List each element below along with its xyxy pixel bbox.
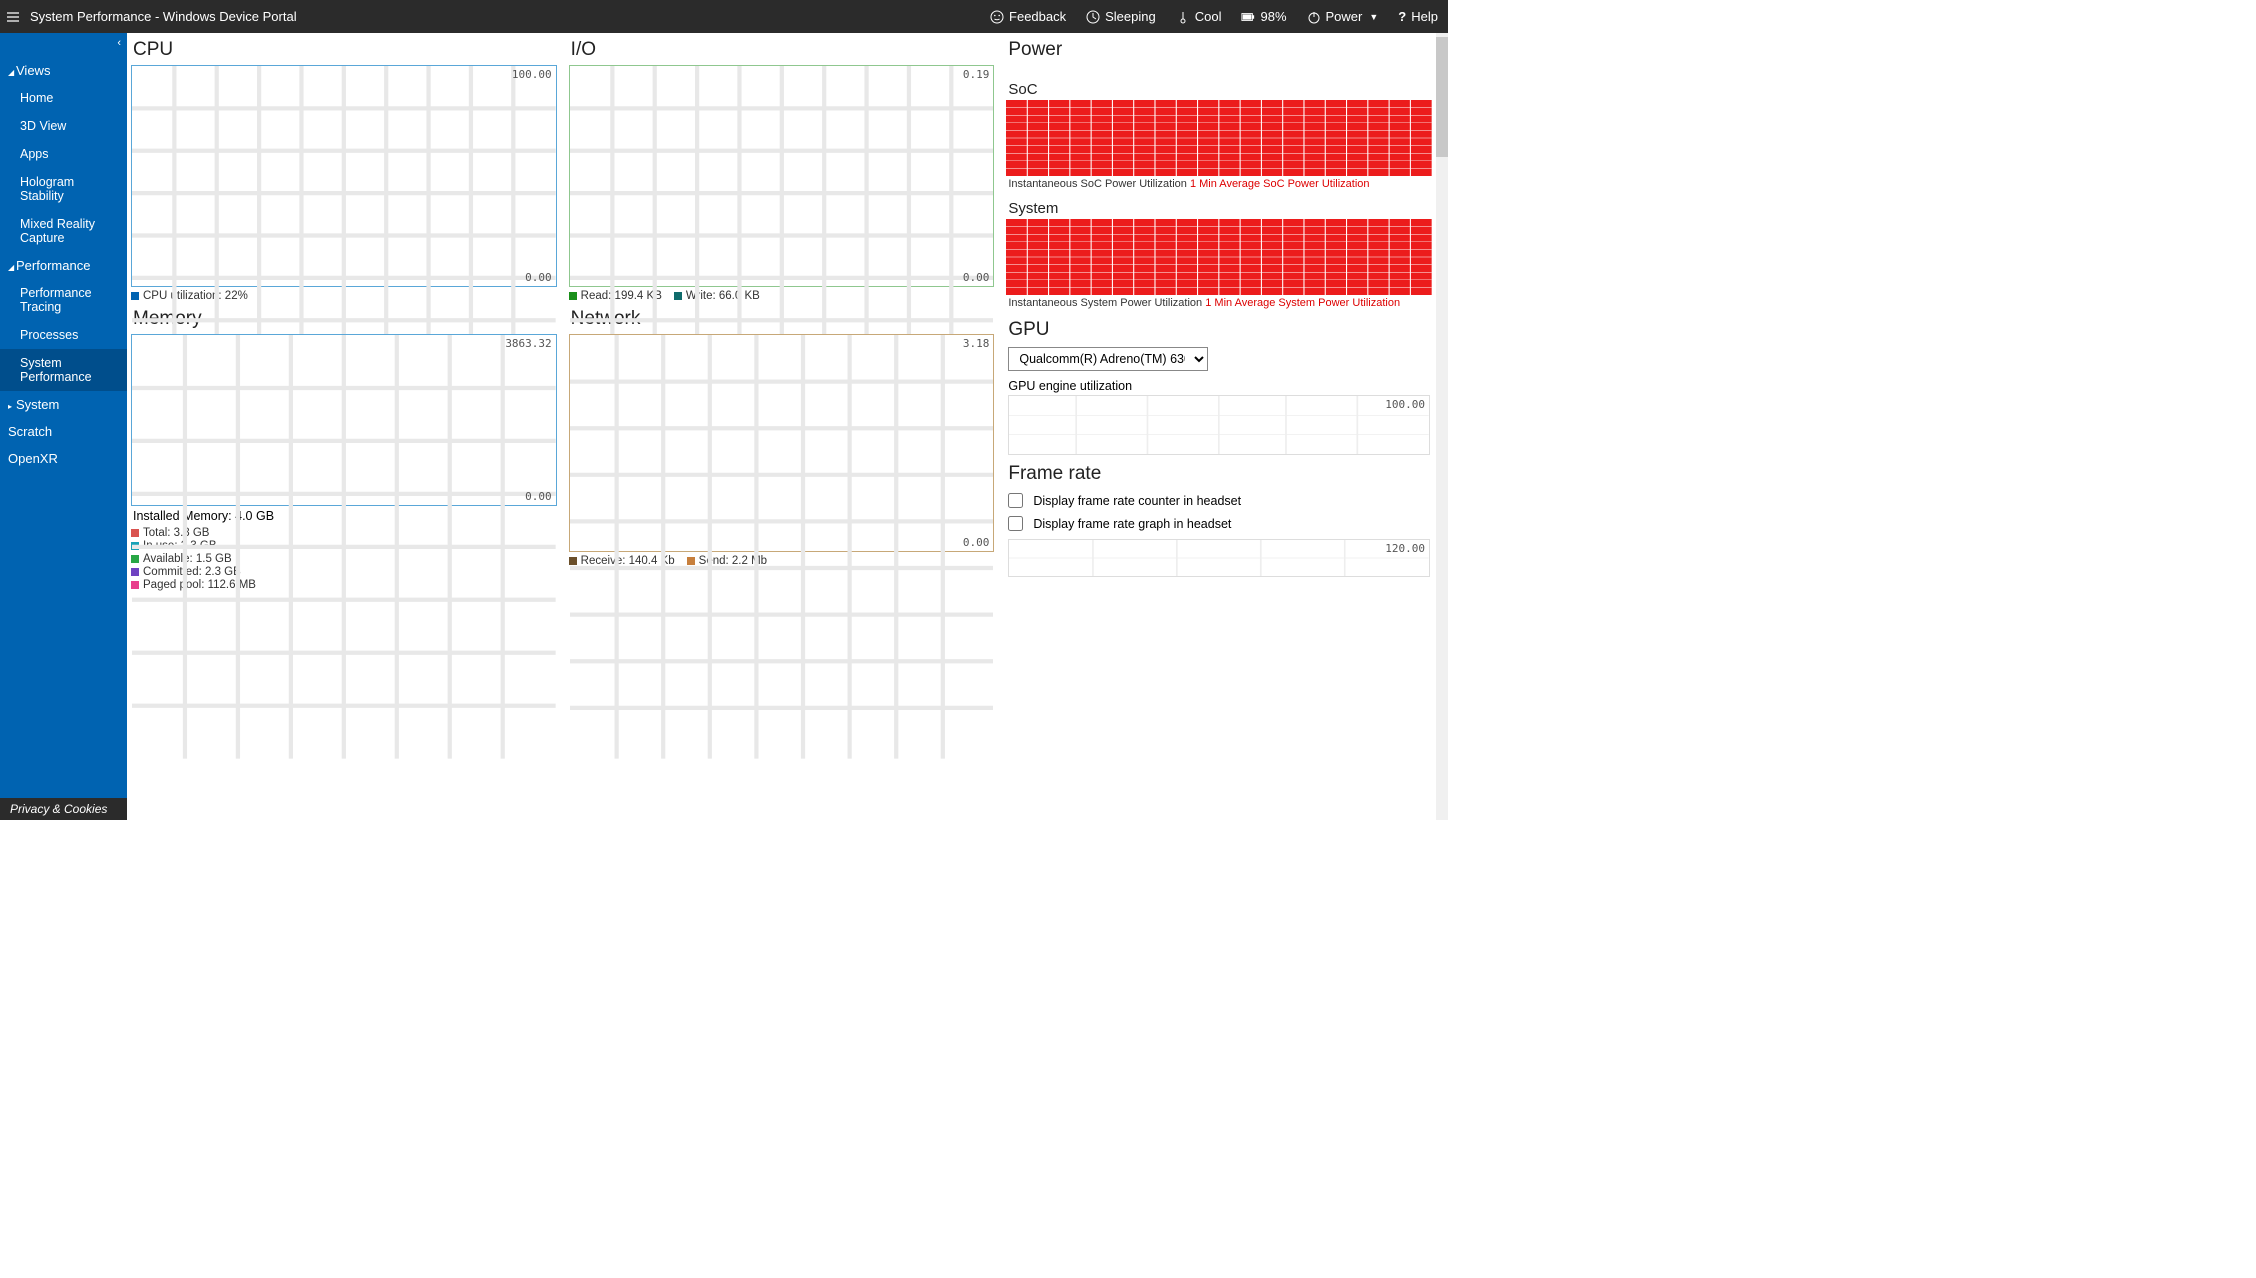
battery-icon — [1241, 10, 1255, 24]
collapse-sidebar-button[interactable]: ‹ — [117, 37, 121, 49]
nav-item-hologram-stability[interactable]: Hologram Stability — [0, 168, 127, 210]
memory-chart: 3863.32 0.00 — [131, 334, 557, 506]
nav-item-scratch[interactable]: Scratch — [0, 418, 127, 445]
nav-section-system[interactable]: ▸System — [0, 391, 127, 418]
nav-item-performance-tracing[interactable]: Performance Tracing — [0, 279, 127, 321]
cpu-ymin: 0.00 — [525, 271, 552, 284]
soc-title: SoC — [1008, 81, 1432, 98]
feedback-label: Feedback — [1009, 9, 1066, 24]
system-power-legend: Instantaneous System Power Utilization 1… — [1008, 297, 1432, 309]
io-chart: 0.19 0.00 — [569, 65, 995, 287]
chevron-down-icon: ▼ — [1369, 12, 1378, 22]
cpu-ymax: 100.00 — [512, 68, 552, 81]
nav-section-performance[interactable]: ◢Performance — [0, 252, 127, 279]
privacy-cookies-link[interactable]: Privacy & Cookies — [0, 798, 127, 820]
gpu-ymax: 100.00 — [1385, 398, 1425, 411]
smiley-icon — [990, 10, 1004, 24]
io-ymax: 0.19 — [963, 68, 990, 81]
network-chart: 3.18 0.00 — [569, 334, 995, 552]
page-title: System Performance - Windows Device Port… — [30, 9, 297, 24]
sleep-label: Sleeping — [1105, 9, 1156, 24]
gpu-title: GPU — [1008, 319, 1432, 341]
system-power-chart — [1006, 219, 1432, 295]
column-1: CPU 100.00 0.00 CPU utilization: 22% — [127, 33, 565, 820]
gpu-engine-label: GPU engine utilization — [1008, 379, 1432, 393]
sidebar: ‹ ◢Views Home 3D View Apps Hologram Stab… — [0, 33, 127, 820]
main-content: CPU 100.00 0.00 CPU utilization: 22% — [127, 33, 1448, 820]
sleep-status[interactable]: Sleeping — [1076, 0, 1166, 33]
scrollbar-thumb[interactable] — [1436, 37, 1448, 157]
caret-down-icon: ◢ — [8, 263, 16, 272]
nav-item-processes[interactable]: Processes — [0, 321, 127, 349]
gpu-panel: GPU Qualcomm(R) Adreno(TM) 630 GPU GPU e… — [1006, 319, 1432, 455]
network-ymax: 3.18 — [963, 337, 990, 350]
scrollbar[interactable] — [1436, 33, 1448, 820]
caret-down-icon: ◢ — [8, 68, 16, 77]
nav-section-views[interactable]: ◢Views — [0, 57, 127, 84]
framerate-counter-label: Display frame rate counter in headset — [1033, 494, 1241, 508]
nav-item-mixed-reality-capture[interactable]: Mixed Reality Capture — [0, 210, 127, 252]
network-ymin: 0.00 — [963, 536, 990, 549]
feedback-button[interactable]: Feedback — [980, 0, 1076, 33]
column-3: Power SoC Instantaneous SoC Power Utiliz… — [1002, 33, 1436, 820]
framerate-graph-label: Display frame rate graph in headset — [1033, 517, 1231, 531]
hamburger-icon — [6, 10, 20, 24]
io-title: I/O — [571, 39, 995, 61]
memory-chart-grid — [132, 335, 556, 759]
hamburger-menu[interactable] — [0, 0, 26, 33]
memory-ymin: 0.00 — [525, 490, 552, 503]
battery-label: 98% — [1260, 9, 1286, 24]
help-button[interactable]: ? Help — [1388, 0, 1448, 33]
nav-item-apps[interactable]: Apps — [0, 140, 127, 168]
framerate-graph-checkbox[interactable] — [1008, 516, 1023, 531]
column-2: I/O 0.19 0.00 Read: 199.4 KB Write: 66.0… — [565, 33, 1003, 820]
system-power-title: System — [1008, 200, 1432, 217]
framerate-title: Frame rate — [1008, 463, 1432, 485]
power-panel: Power SoC Instantaneous SoC Power Utiliz… — [1006, 39, 1432, 309]
soc-chart — [1006, 100, 1432, 176]
power-title: Power — [1008, 39, 1432, 61]
nav-item-openxr[interactable]: OpenXR — [0, 445, 127, 472]
nav-item-3d-view[interactable]: 3D View — [0, 112, 127, 140]
memory-ymax: 3863.32 — [505, 337, 551, 350]
nav-item-system-performance[interactable]: System Performance — [0, 349, 127, 391]
gpu-chart: 100.00 — [1008, 395, 1430, 455]
thermometer-icon — [1176, 10, 1190, 24]
clock-icon — [1086, 10, 1100, 24]
question-icon: ? — [1398, 9, 1406, 24]
cpu-chart: 100.00 0.00 — [131, 65, 557, 287]
power-icon — [1307, 10, 1321, 24]
soc-legend: Instantaneous SoC Power Utilization 1 Mi… — [1008, 178, 1432, 190]
cpu-title: CPU — [133, 39, 557, 61]
caret-right-icon: ▸ — [8, 402, 16, 411]
power-menu[interactable]: Power ▼ — [1297, 0, 1389, 33]
header-bar: System Performance - Windows Device Port… — [0, 0, 1448, 33]
temp-status[interactable]: Cool — [1166, 0, 1232, 33]
nav-item-home[interactable]: Home — [0, 84, 127, 112]
help-label: Help — [1411, 9, 1438, 24]
io-ymin: 0.00 — [963, 271, 990, 284]
framerate-panel: Frame rate Display frame rate counter in… — [1006, 463, 1432, 577]
framerate-chart: 120.00 — [1008, 539, 1430, 577]
battery-status[interactable]: 98% — [1231, 0, 1296, 33]
gpu-select[interactable]: Qualcomm(R) Adreno(TM) 630 GPU — [1008, 347, 1208, 371]
power-label: Power — [1326, 9, 1363, 24]
io-panel: I/O 0.19 0.00 Read: 199.4 KB Write: 66.0… — [569, 39, 995, 302]
temp-label: Cool — [1195, 9, 1222, 24]
framerate-ymax: 120.00 — [1385, 542, 1425, 555]
network-chart-grid — [570, 335, 994, 759]
framerate-counter-checkbox[interactable] — [1008, 493, 1023, 508]
network-panel: Network 3.18 0.00 Receive: 140.4 Kb Send… — [569, 308, 995, 567]
memory-panel: Memory 3863.32 0.00 Installed Memory: 4.… — [131, 308, 557, 591]
cpu-panel: CPU 100.00 0.00 CPU utilization: 22% — [131, 39, 557, 302]
